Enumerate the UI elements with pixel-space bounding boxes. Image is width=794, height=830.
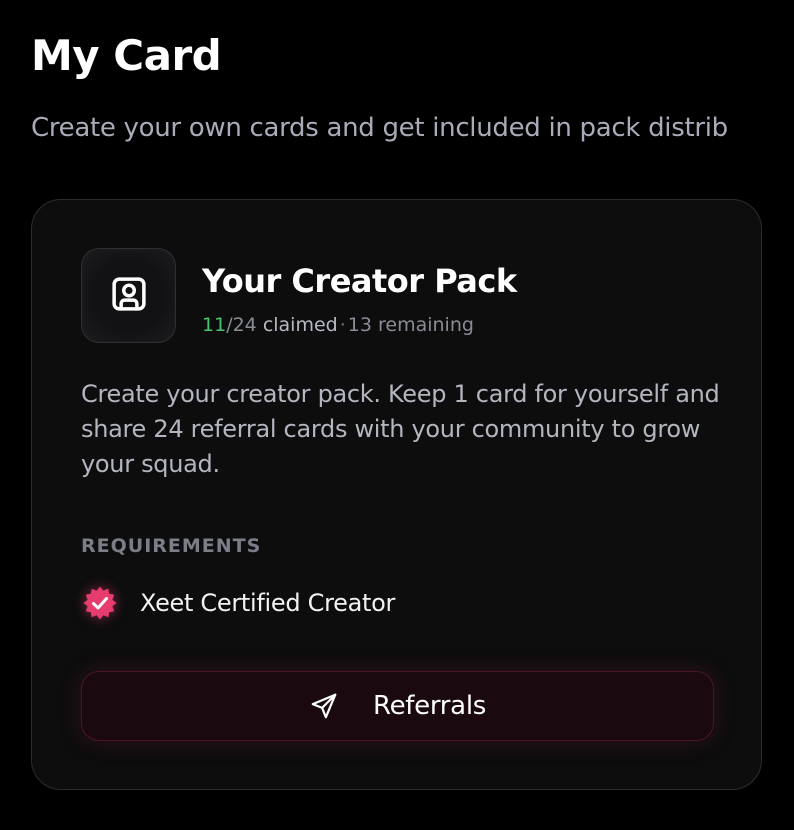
send-icon (309, 691, 339, 721)
claimed-count: 11 (202, 314, 227, 336)
remaining-count: 13 remaining (347, 314, 474, 336)
contact-card-icon (108, 273, 150, 319)
page-subtitle: Create your own cards and get included i… (31, 113, 728, 143)
creator-pack-card: Your Creator Pack 11/24 claimed · 13 remai… (31, 199, 762, 790)
stats-separator: · (339, 314, 346, 336)
page-title: My Card (31, 31, 222, 80)
referrals-button-label: Referrals (373, 691, 486, 721)
claimed-label: claimed (262, 314, 338, 336)
requirement-item: Xeet Certified Creator (81, 583, 395, 623)
referrals-button[interactable]: Referrals (81, 671, 714, 741)
pack-title: Your Creator Pack (202, 262, 517, 300)
requirement-label: Xeet Certified Creator (140, 589, 396, 617)
total-count: /24 (226, 314, 257, 336)
pack-description: Create your creator pack. Keep 1 card fo… (81, 380, 720, 478)
pack-icon-inner (83, 250, 174, 341)
verified-badge-icon (81, 584, 119, 622)
pack-claim-stats: 11/24 claimed · 13 remaining (202, 312, 474, 338)
requirements-heading: REQUIREMENTS (81, 535, 262, 557)
pack-icon-container (81, 248, 176, 343)
